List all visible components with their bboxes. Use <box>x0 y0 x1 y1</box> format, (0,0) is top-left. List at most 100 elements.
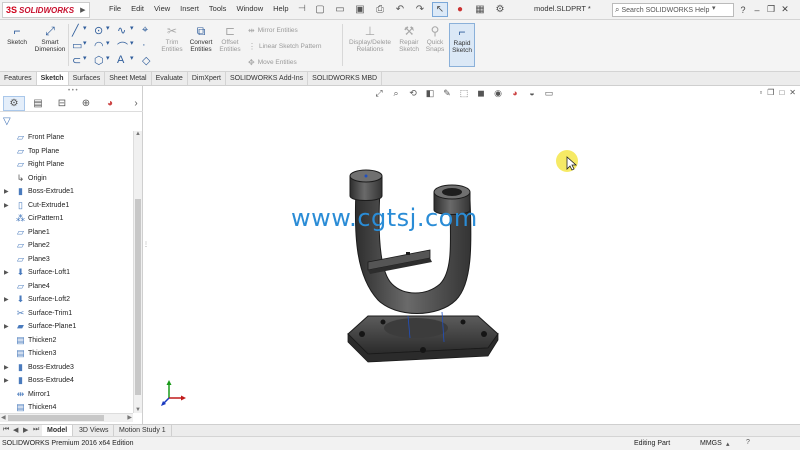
hscroll-thumb[interactable] <box>8 415 104 421</box>
text-dropdown-icon[interactable]: ▾ <box>130 54 134 62</box>
minimize-icon[interactable]: – <box>750 2 764 17</box>
panel-more-arrow-icon[interactable]: › <box>131 96 141 111</box>
tab-solidworks-add-ins[interactable]: SOLIDWORKS Add-Ins <box>226 72 309 85</box>
tree-item[interactable]: ✂ Surface-Trim1 <box>0 307 133 321</box>
3d-part-model[interactable] <box>338 166 508 366</box>
line-icon[interactable]: ╱ <box>72 24 79 37</box>
tree-horizontal-scrollbar[interactable]: ◀ ▶ <box>0 413 133 422</box>
spline-dropdown-icon[interactable]: ▾ <box>130 24 134 32</box>
tree-item[interactable]: ▱ Front Plane <box>0 131 133 145</box>
edit-appearance-icon[interactable]: ◕ <box>509 87 521 99</box>
tab-sketch[interactable]: Sketch <box>36 72 69 85</box>
help-icon[interactable]: ? <box>736 2 750 17</box>
tree-item[interactable]: ▶ ▯ Cut-Extrude1 <box>0 199 133 213</box>
tree-vertical-scrollbar[interactable]: ▲ ▼ <box>133 131 142 413</box>
rectangle-dropdown-icon[interactable]: ▾ <box>83 39 87 47</box>
tab-solidworks-mbd[interactable]: SOLIDWORKS MBD <box>308 72 383 85</box>
repair-sketch-button[interactable]: ⚒ Repair Sketch <box>396 24 422 53</box>
tree-item[interactable]: ▱ Plane3 <box>0 253 133 267</box>
viewport-restore-icon[interactable]: ▫ <box>759 88 762 97</box>
trim-entities-button[interactable]: ✂ Trim Entities <box>158 24 186 53</box>
scroll-down-icon[interactable]: ▼ <box>135 407 141 413</box>
tree-item[interactable]: ▶ ▮ Boss-Extrude3 <box>0 361 133 375</box>
menu-tools[interactable]: Tools <box>204 4 232 13</box>
expand-arrow-icon[interactable]: ▶ <box>4 188 9 195</box>
traffic-light-icon[interactable]: ● <box>452 2 468 17</box>
line-dropdown-icon[interactable]: ▾ <box>83 24 87 32</box>
sketch-button[interactable]: ⌐ Sketch <box>4 24 30 46</box>
expand-arrow-icon[interactable]: ▶ <box>4 364 9 371</box>
move-entities-button[interactable]: ✥ Move Entities <box>248 58 297 67</box>
restore-icon[interactable]: ❐ <box>764 2 778 17</box>
tree-item[interactable]: ▶ ▮ Boss-Extrude1 <box>0 185 133 199</box>
tree-item[interactable]: ▱ Right Plane <box>0 158 133 172</box>
view-settings-icon[interactable]: ▭ <box>543 87 555 99</box>
first-tab-icon[interactable]: ⏮ <box>3 426 9 434</box>
arc-dropdown-icon[interactable]: ▾ <box>106 39 110 47</box>
tab-motion-study-1[interactable]: Motion Study 1 <box>114 425 172 436</box>
tab-evaluate[interactable]: Evaluate <box>152 72 188 85</box>
search-dropdown-icon[interactable]: ▾ <box>712 4 716 12</box>
expand-arrow-icon[interactable]: ▶ <box>4 202 9 209</box>
next-tab-icon[interactable]: ▶ <box>23 426 28 434</box>
panel-grip-icon[interactable]: • • • <box>68 88 78 94</box>
menu-edit[interactable]: Edit <box>126 4 149 13</box>
rebuild-icon[interactable]: ▦ <box>472 2 488 17</box>
last-tab-icon[interactable]: ⏭ <box>33 426 39 434</box>
expand-arrow-icon[interactable]: ▶ <box>4 296 9 303</box>
dimxpert-manager-tab-icon[interactable]: ⊕ <box>75 96 97 111</box>
display-manager-tab-icon[interactable]: ◕ <box>99 96 121 111</box>
save-icon[interactable]: ▣ <box>352 2 368 17</box>
convert-entities-button[interactable]: ⧉ Convert Entities <box>186 24 216 53</box>
scroll-thumb[interactable] <box>135 199 141 395</box>
property-manager-tab-icon[interactable]: ▤ <box>27 96 49 111</box>
select-cursor-icon[interactable]: ↖ <box>432 2 448 17</box>
scroll-left-icon[interactable]: ◀ <box>1 414 6 421</box>
viewport-tile-icon[interactable]: ❐ <box>767 88 774 97</box>
viewport-close-icon[interactable]: ✕ <box>789 88 796 97</box>
print-icon[interactable]: ⎙ <box>372 2 388 17</box>
expand-arrow-icon[interactable]: ▶ <box>4 323 9 330</box>
rapid-sketch-button[interactable]: ⌐ Rapid Sketch <box>449 23 475 67</box>
redo-icon[interactable]: ↷ <box>412 2 428 17</box>
circle-dropdown-icon[interactable]: ▾ <box>106 24 110 32</box>
dynamic-annotation-icon[interactable]: ✎ <box>441 87 453 99</box>
polygon-dropdown-icon[interactable]: ▾ <box>106 54 110 62</box>
display-style-icon[interactable]: ◼ <box>475 87 487 99</box>
fillet-dropdown-icon[interactable]: ▾ <box>130 39 134 47</box>
arc-icon[interactable]: ◠ <box>94 39 104 52</box>
options-gear-icon[interactable]: ⚙ <box>492 2 508 17</box>
smart-dimension-button[interactable]: ⤢ Smart Dimension <box>32 24 68 53</box>
text-icon[interactable]: A <box>117 54 124 66</box>
tab-surfaces[interactable]: Surfaces <box>69 72 106 85</box>
menu-view[interactable]: View <box>149 4 175 13</box>
tab-3d-views[interactable]: 3D Views <box>74 425 115 436</box>
previous-view-icon[interactable]: ⟲ <box>407 87 419 99</box>
tree-item[interactable]: ▶ ⬇ Surface-Loft1 <box>0 266 133 280</box>
rectangle-icon[interactable]: ▭ <box>72 39 82 52</box>
feature-manager-tab-icon[interactable]: ⚙ <box>3 96 25 111</box>
expand-arrow-icon[interactable]: ▶ <box>4 269 9 276</box>
view-orientation-icon[interactable]: ⬚ <box>458 87 470 99</box>
graphics-area[interactable]: ⤢ ⌕ ⟲ ◧ ✎ ⬚ ◼ ◉ ◕ ◒ ▭ ▫ ❐ □ ✕ ⋮ www.cgts… <box>143 86 800 424</box>
tab-dimxpert[interactable]: DimXpert <box>188 72 227 85</box>
apply-scene-icon[interactable]: ◒ <box>526 87 538 99</box>
tab-model[interactable]: Model <box>42 425 74 436</box>
centerline-icon[interactable]: ⌖ <box>142 24 148 37</box>
status-units[interactable]: MMGS <box>700 440 722 447</box>
menu-window[interactable]: Window <box>231 4 268 13</box>
menu-file[interactable]: File <box>104 4 126 13</box>
expand-arrow-icon[interactable]: ▶ <box>4 377 9 384</box>
tree-item[interactable]: ▤ Thicken3 <box>0 347 133 361</box>
close-icon[interactable]: ✕ <box>778 2 792 17</box>
tree-item[interactable]: ▱ Plane2 <box>0 239 133 253</box>
spline-icon[interactable]: ∿ <box>117 24 126 37</box>
tree-item[interactable]: ▶ ▰ Surface-Plane1 <box>0 320 133 334</box>
tree-item[interactable]: ⁂ CirPattern1 <box>0 212 133 226</box>
slot-icon[interactable]: ⊂ <box>72 54 81 67</box>
tree-item[interactable]: ▶ ▮ Boss-Extrude4 <box>0 374 133 388</box>
panel-splitter-handle[interactable]: ⋮ <box>143 241 149 248</box>
circle-icon[interactable]: ⊙ <box>94 24 103 37</box>
filter-icon[interactable]: ▽ <box>3 116 11 127</box>
tree-item[interactable]: ▱ Top Plane <box>0 145 133 159</box>
